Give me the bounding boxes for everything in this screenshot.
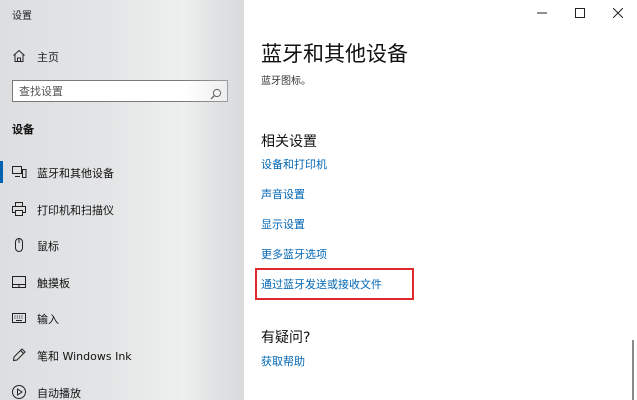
sidebar-item-typing[interactable]: 输入 — [0, 303, 244, 340]
minimize-button[interactable] — [523, 0, 561, 26]
settings-window: 设置 主页 设备 — [0, 0, 637, 400]
link-send-receive-files-bluetooth[interactable]: 通过蓝牙发送或接收文件 — [261, 276, 382, 292]
home-icon — [11, 48, 27, 64]
printer-icon — [11, 201, 27, 217]
sidebar-item-label: 输入 — [37, 313, 59, 327]
sidebar: 设置 主页 设备 — [0, 0, 244, 400]
link-display-settings[interactable]: 显示设置 — [261, 216, 305, 232]
main-content: 蓝牙和其他设备 蓝牙图标。 相关设置 设备和打印机 声音设置 显示设置 更多蓝牙… — [244, 0, 637, 400]
sidebar-item-label: 蓝牙和其他设备 — [37, 167, 114, 180]
sidebar-item-printers[interactable]: 打印机和扫描仪 — [0, 194, 244, 231]
sidebar-item-label: 自动播放 — [37, 386, 81, 400]
mouse-icon — [11, 237, 27, 253]
link-get-help[interactable]: 获取帮助 — [261, 353, 305, 369]
keyboard-icon — [11, 310, 27, 326]
autoplay-icon — [11, 384, 27, 400]
search-box[interactable] — [12, 80, 228, 102]
sidebar-item-bluetooth[interactable]: 蓝牙和其他设备 — [0, 157, 244, 194]
touchpad-icon — [11, 274, 27, 290]
nav-home-label: 主页 — [37, 51, 59, 64]
sidebar-item-label: 打印机和扫描仪 — [37, 203, 114, 217]
page-title: 蓝牙和其他设备 — [261, 42, 408, 66]
page-subtitle: 蓝牙图标。 — [261, 76, 311, 87]
search-icon[interactable] — [210, 85, 222, 100]
search-input[interactable] — [19, 83, 199, 99]
sidebar-item-label: 触摸板 — [37, 276, 70, 290]
maximize-icon — [575, 8, 585, 18]
link-more-bluetooth-options[interactable]: 更多蓝牙选项 — [261, 246, 327, 262]
sidebar-item-label: 笔和 Windows Ink — [37, 349, 132, 363]
section-label-devices: 设备 — [12, 123, 34, 136]
pen-icon — [11, 347, 27, 363]
close-button[interactable] — [599, 0, 637, 26]
related-settings-heading: 相关设置 — [261, 134, 317, 150]
window-title: 设置 — [12, 11, 32, 22]
maximize-button[interactable] — [561, 0, 599, 26]
sidebar-item-pen[interactable]: 笔和 Windows Ink — [0, 340, 244, 377]
scrollbar[interactable] — [632, 340, 634, 400]
bluetooth-devices-icon — [11, 164, 27, 180]
nav-home[interactable]: 主页 — [0, 44, 244, 68]
sidebar-item-label: 鼠标 — [37, 240, 59, 254]
window-controls — [523, 0, 637, 26]
question-heading: 有疑问? — [261, 330, 311, 346]
sidebar-item-touchpad[interactable]: 触摸板 — [0, 267, 244, 304]
sidebar-item-mouse[interactable]: 鼠标 — [0, 230, 244, 267]
minimize-icon — [537, 12, 547, 14]
sidebar-item-autoplay[interactable]: 自动播放 — [0, 377, 244, 400]
close-icon — [613, 8, 623, 18]
link-sound-settings[interactable]: 声音设置 — [261, 186, 305, 202]
nav-list: 蓝牙和其他设备 打印机和扫描仪 鼠标 触摸板 输入 笔和 Windows Ink… — [0, 157, 244, 400]
link-devices-and-printers[interactable]: 设备和打印机 — [261, 156, 327, 172]
